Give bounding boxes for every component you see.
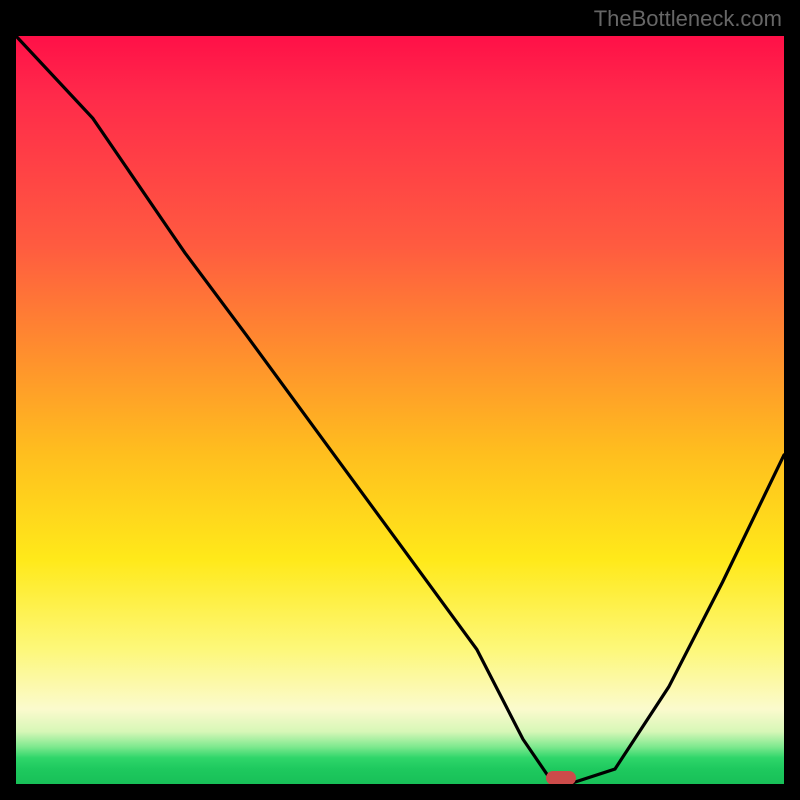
chart-curve [16,36,784,784]
optimum-marker [546,771,576,784]
chart-frame [16,36,784,784]
chart-plot-area [16,36,784,784]
watermark-text: TheBottleneck.com [594,6,782,32]
